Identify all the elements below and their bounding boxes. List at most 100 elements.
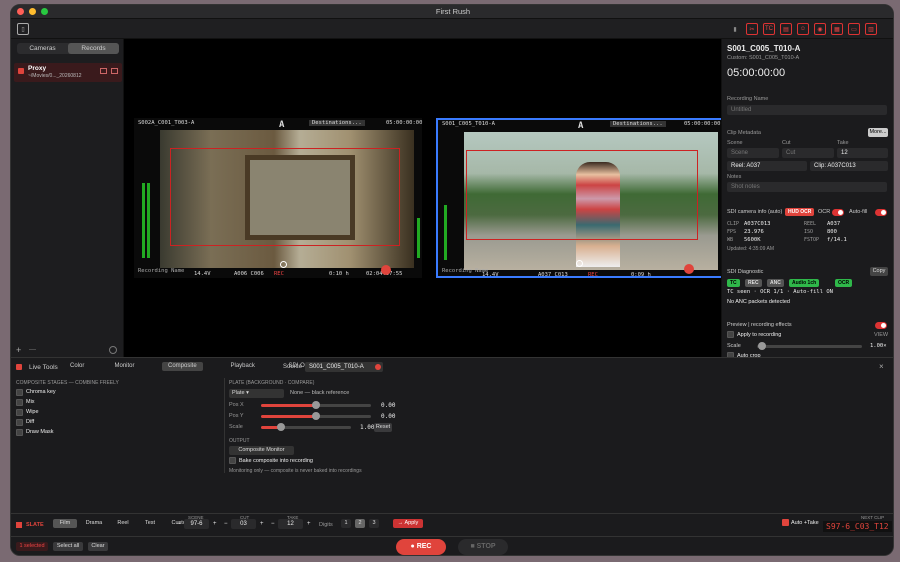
clip-field[interactable]: Clip: A037C013: [810, 161, 888, 171]
folder-icon[interactable]: [100, 68, 107, 74]
monitor-1-destinations[interactable]: Destinations...: [309, 120, 365, 126]
cut-field[interactable]: Cut: [782, 148, 834, 158]
take-minus[interactable]: −: [271, 521, 275, 527]
stop-button[interactable]: ■ STOP: [458, 539, 508, 555]
slate-divider: [11, 513, 893, 514]
film-icon[interactable]: ▦: [831, 23, 843, 35]
recording-name-field[interactable]: Untitled: [727, 105, 887, 115]
ocr-toggle[interactable]: [832, 209, 844, 216]
scissors-icon[interactable]: ✂: [746, 23, 758, 35]
digit-option[interactable]: 2: [355, 519, 365, 528]
take-field[interactable]: 12: [837, 148, 888, 158]
tab-records[interactable]: Records: [68, 43, 119, 54]
slate-mode-film[interactable]: Film: [53, 519, 77, 528]
stage-checkbox[interactable]: [16, 389, 23, 396]
composite-monitor-button[interactable]: Composite Monitor: [229, 446, 294, 455]
take-value[interactable]: 12: [278, 519, 303, 529]
gear-icon[interactable]: [109, 346, 117, 354]
autofill-toggle[interactable]: [875, 209, 887, 216]
apply-button[interactable]: → Apply: [393, 519, 423, 528]
source-chevron-icon[interactable]: [375, 364, 381, 370]
tab-cameras[interactable]: Cameras: [17, 43, 68, 54]
plate-scale-knob[interactable]: [277, 423, 285, 431]
stage-checkbox[interactable]: [16, 429, 23, 436]
monitor-2-reel: A037 C013: [538, 272, 568, 278]
stage-label: Chroma key: [26, 389, 56, 395]
tc-seen: TC seen · OCR 1/1 · Auto-fill ON: [727, 289, 833, 295]
scene-minus[interactable]: −: [177, 521, 181, 527]
rec-button[interactable]: ● REC: [396, 539, 446, 555]
digit-option[interactable]: 1: [341, 519, 351, 528]
monitor-1-rec-name: Recording Name: [138, 268, 185, 274]
sidebar-toggle-icon[interactable]: ▯: [17, 23, 29, 35]
copy-button[interactable]: Copy: [870, 267, 888, 276]
reel-field[interactable]: Reel: A037: [727, 161, 807, 171]
zoom-button[interactable]: [41, 8, 48, 15]
layout-icon[interactable]: ▥: [865, 23, 877, 35]
scene-field[interactable]: Scene: [727, 148, 779, 158]
add-button[interactable]: +: [16, 345, 21, 355]
diag-label: SDI Diagnostic: [727, 269, 764, 275]
audio-meter-right: [147, 183, 150, 258]
robot-icon[interactable]: ☺: [797, 23, 809, 35]
clapper-icon[interactable]: ▤: [780, 23, 792, 35]
monitor-2-destinations[interactable]: Destinations...: [610, 121, 666, 127]
cut-minus[interactable]: −: [224, 521, 228, 527]
monitor-2-bat: 14.4V: [482, 272, 499, 278]
scene-value[interactable]: 97-6: [184, 519, 209, 529]
stage-checkbox[interactable]: [16, 419, 23, 426]
monitor-2-rec-button[interactable]: [684, 264, 694, 274]
clear-button[interactable]: Clear: [88, 542, 108, 551]
cut-plus[interactable]: +: [260, 521, 264, 527]
no-anc: No ANC packets detected: [727, 299, 790, 305]
close-button[interactable]: [17, 8, 24, 15]
close-icon[interactable]: ×: [879, 362, 884, 371]
notes-field[interactable]: Shot notes: [727, 182, 887, 192]
reveal-icon[interactable]: [111, 68, 118, 74]
tab-color[interactable]: Color: [64, 362, 90, 371]
monitor-2[interactable]: S001_C005_T010-A A Destinations... 05:00…: [436, 118, 724, 278]
tc-icon[interactable]: TC: [763, 23, 775, 35]
plate-select[interactable]: Plate ▾: [229, 389, 284, 398]
cut-value[interactable]: 03: [231, 519, 256, 529]
monitor-1-rec-button[interactable]: [381, 265, 391, 275]
take-plus[interactable]: +: [307, 521, 311, 527]
bookmark-icon[interactable]: ▮: [729, 23, 741, 35]
stage-checkbox[interactable]: [16, 399, 23, 406]
preview-toggle[interactable]: [875, 322, 887, 329]
stages-title: COMPOSITE STAGES — COMBINE FREELY: [16, 380, 119, 386]
monitoring-note: Monitoring only — composite is never bak…: [229, 468, 362, 474]
tab-monitor[interactable]: Monitor: [109, 362, 141, 371]
more-button[interactable]: More...: [868, 128, 888, 137]
apply-checkbox[interactable]: [727, 331, 734, 338]
auto-take-checkbox[interactable]: [782, 519, 789, 526]
tab-playback[interactable]: Playback: [225, 362, 261, 371]
posx-knob[interactable]: [312, 401, 320, 409]
slate-mode-test[interactable]: Test: [138, 519, 162, 528]
digit-option[interactable]: 3: [369, 519, 379, 528]
monitor-1[interactable]: S002A_C001_T003-A A Destinations... 05:0…: [134, 118, 422, 278]
scale-slider[interactable]: [757, 345, 862, 348]
hud-ocr-badge[interactable]: HUD OCR: [785, 208, 815, 216]
diag-badge: Audio 1ch: [789, 279, 820, 287]
plate-scale-slider[interactable]: [261, 426, 351, 429]
scale-knob[interactable]: [758, 342, 766, 350]
plate-ref: None — black reference: [290, 390, 350, 396]
bake-checkbox[interactable]: [229, 457, 236, 464]
scene-plus[interactable]: +: [213, 521, 217, 527]
tab-composite[interactable]: Composite: [162, 362, 203, 371]
select-all-button[interactable]: Select all: [53, 542, 83, 551]
stage-checkbox[interactable]: [16, 409, 23, 416]
reset-button[interactable]: Reset: [374, 423, 392, 432]
slate-mode-reel[interactable]: Reel: [111, 519, 135, 528]
minimize-button[interactable]: [29, 8, 36, 15]
camera-icon[interactable]: ◉: [814, 23, 826, 35]
posy-knob[interactable]: [312, 412, 320, 420]
slate-mode-drama[interactable]: Drama: [80, 519, 108, 528]
remove-button[interactable]: —: [29, 346, 36, 353]
source-select[interactable]: S001_C005_T010-A: [305, 362, 383, 372]
proxy-record-item[interactable]: Proxy ~/Movies/0..._20260812: [14, 63, 122, 82]
autofill-label: Auto-fill: [849, 209, 868, 215]
record-icon: [18, 68, 24, 74]
monitor-icon[interactable]: ▭: [848, 23, 860, 35]
